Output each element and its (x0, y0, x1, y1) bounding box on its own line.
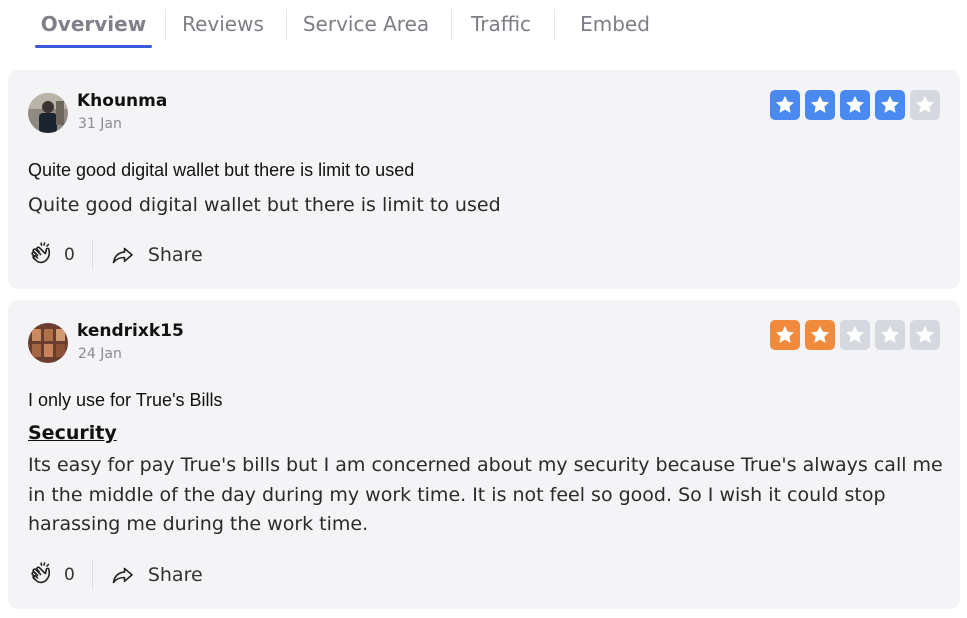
star-filled-icon (770, 320, 800, 350)
tab-embed[interactable]: Embed (570, 0, 660, 48)
clap-icon (31, 562, 51, 584)
clap-icon (31, 242, 51, 264)
star-filled-icon (805, 90, 835, 120)
star-filled-icon (770, 90, 800, 120)
share-button[interactable]: Share (110, 562, 203, 588)
review-actions: 0 Share (28, 240, 203, 270)
star-empty-icon (840, 320, 870, 350)
clap-button[interactable]: 0 (28, 561, 75, 589)
review-subheading: Security (28, 422, 117, 444)
star-rating (770, 90, 940, 120)
clap-count: 0 (64, 565, 75, 585)
share-label: Share (147, 564, 203, 586)
review-card: Khounma 31 Jan Quite good digital wallet… (8, 70, 960, 289)
review-body: Its easy for pay True's bills but I am c… (28, 454, 943, 535)
review-date: 31 Jan (78, 116, 122, 132)
action-divider (91, 560, 93, 590)
review-title: I only use for True's Bills (28, 390, 223, 410)
tab-bar: Overview Reviews Service Area Traffic Em… (0, 0, 967, 62)
clap-count: 0 (64, 245, 75, 265)
star-empty-icon (910, 320, 940, 350)
action-divider (91, 240, 93, 270)
review-body: Quite good digital wallet but there is l… (28, 194, 501, 216)
tab-traffic[interactable]: Traffic (462, 0, 540, 48)
star-rating (770, 320, 940, 350)
star-filled-icon (840, 90, 870, 120)
share-label: Share (147, 244, 203, 266)
star-empty-icon (910, 90, 940, 120)
star-empty-icon (875, 320, 905, 350)
reviewer-name[interactable]: kendrixk15 (77, 321, 184, 341)
reviewer-name[interactable]: Khounma (77, 91, 167, 111)
tab-reviews[interactable]: Reviews (174, 0, 272, 48)
avatar (28, 323, 68, 363)
share-button[interactable]: Share (110, 242, 203, 268)
star-filled-icon (875, 90, 905, 120)
review-title: Quite good digital wallet but there is l… (28, 160, 415, 180)
tab-service-area[interactable]: Service Area (297, 0, 435, 48)
tab-divider (554, 9, 555, 40)
clap-button[interactable]: 0 (28, 241, 75, 269)
avatar (28, 93, 68, 133)
tab-divider (286, 9, 287, 40)
share-icon (112, 247, 133, 264)
share-icon (112, 567, 133, 584)
review-card: kendrixk15 24 Jan I only use for True's … (8, 300, 960, 609)
review-actions: 0 Share (28, 560, 203, 590)
tab-overview[interactable]: Overview (35, 0, 152, 48)
review-date: 24 Jan (78, 346, 122, 362)
tab-divider (165, 9, 166, 40)
star-filled-icon (805, 320, 835, 350)
tab-divider (451, 9, 452, 40)
